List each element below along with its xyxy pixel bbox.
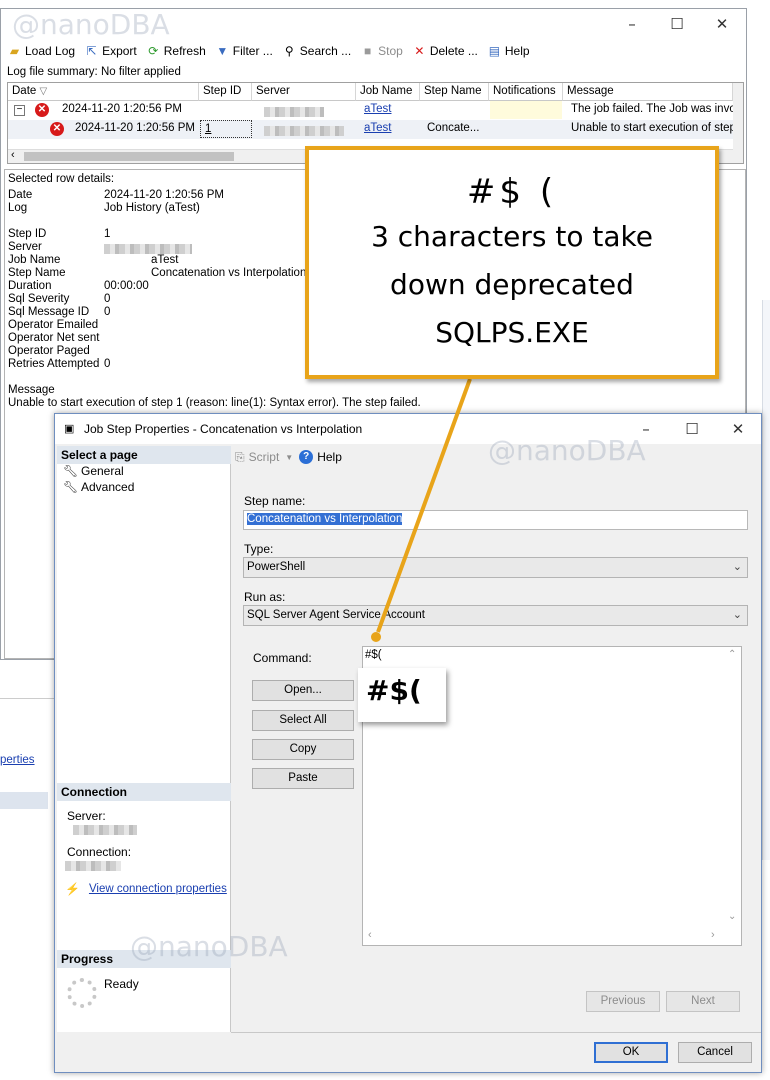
callout-text-line: 3 characters to take (371, 220, 653, 253)
callout-box: #$ ( 3 characters to take down deprecate… (305, 146, 719, 379)
zoomed-command-inset: #$( (358, 668, 446, 722)
callout-text-line: SQLPS.EXE (435, 316, 589, 349)
callout-characters: #$ ( (466, 172, 558, 212)
callout-text-line: down deprecated (390, 268, 634, 301)
